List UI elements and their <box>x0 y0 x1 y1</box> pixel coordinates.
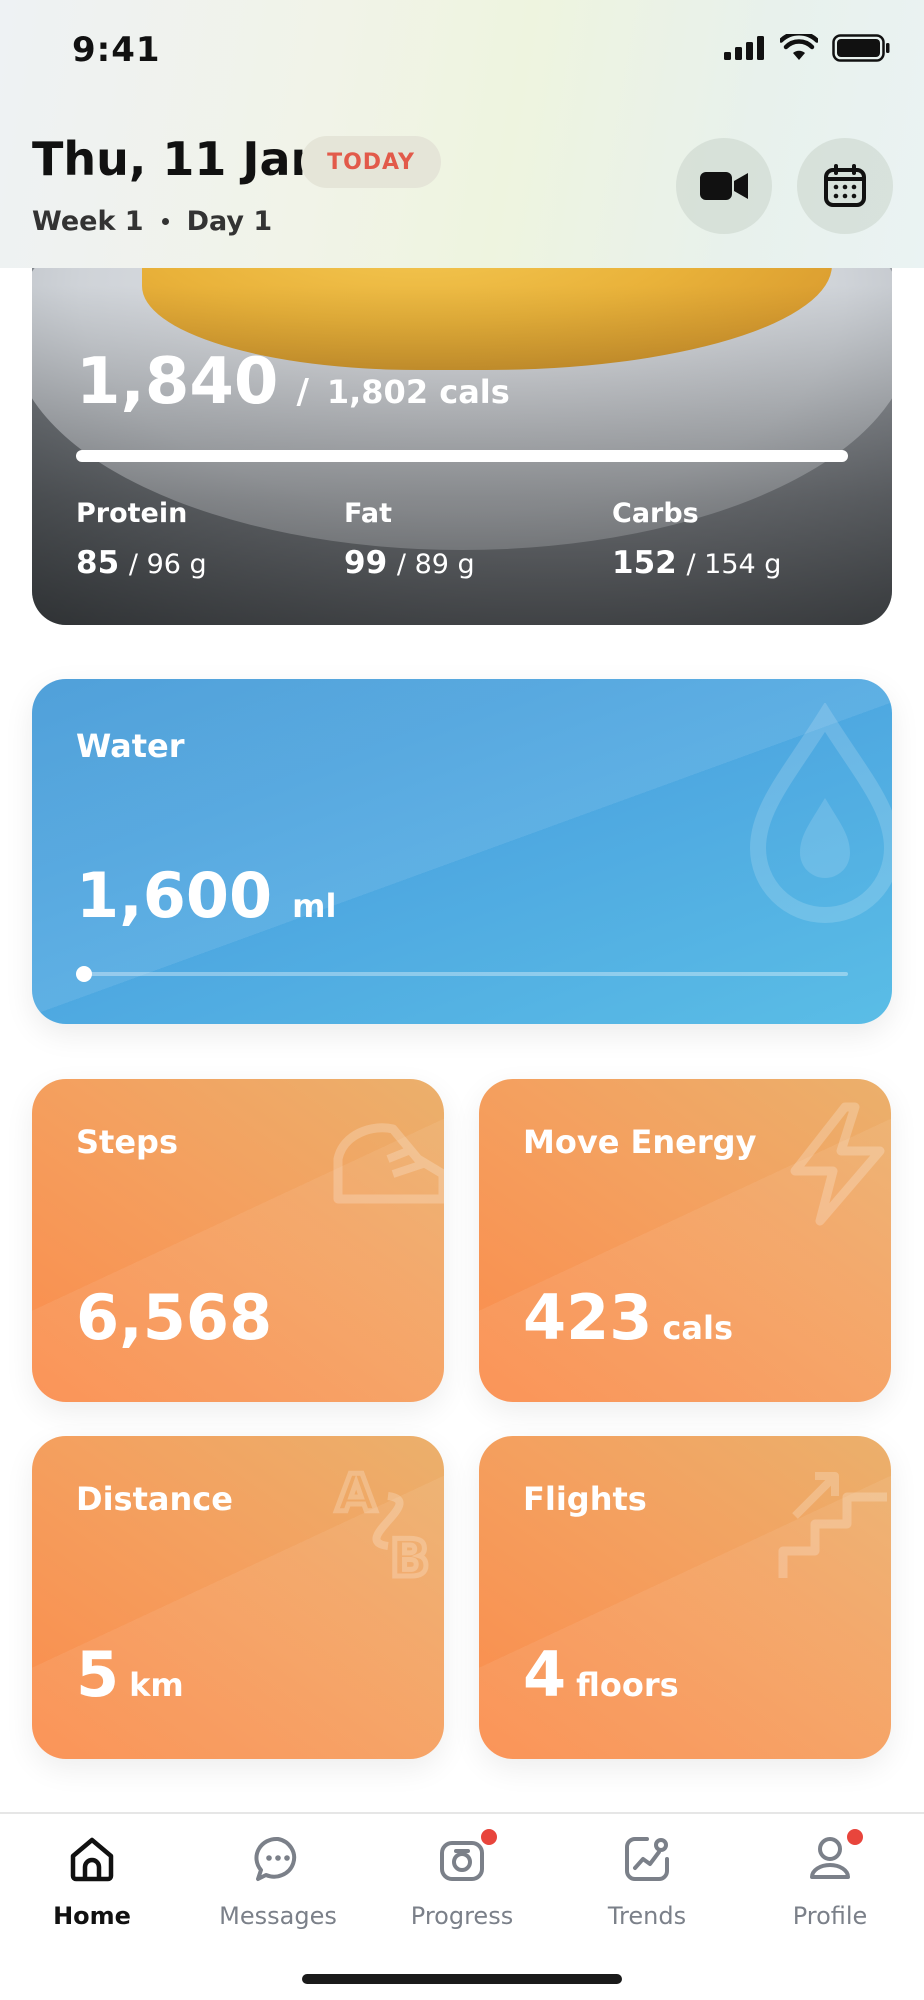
calendar-button[interactable] <box>797 138 893 234</box>
today-badge[interactable]: TODAY <box>301 136 441 188</box>
stairs-icon <box>778 1472 887 1578</box>
svg-text:B: B <box>390 1529 430 1586</box>
a-to-b-icon: A B <box>334 1462 433 1587</box>
status-icons <box>724 34 890 62</box>
tab-label: Home <box>53 1902 131 1930</box>
macro-target: / 89 g <box>396 549 475 580</box>
calorie-progress-bar <box>76 450 848 462</box>
tab-profile[interactable]: Profile <box>755 1826 905 1930</box>
status-time: 9:41 <box>72 30 161 70</box>
tab-label: Messages <box>219 1902 337 1930</box>
macro-value: 99 <box>344 545 388 581</box>
distance-tile[interactable]: A B Distance 5 km <box>32 1436 444 1759</box>
tile-value: 4 <box>523 1638 567 1711</box>
notification-dot <box>478 1826 500 1848</box>
water-progress-track <box>76 972 848 976</box>
macro-value: 85 <box>76 545 120 581</box>
tab-label: Trends <box>607 1902 687 1930</box>
wifi-icon <box>780 34 818 60</box>
macro-label: Protein <box>76 498 188 529</box>
water-drop-icon <box>750 703 892 923</box>
macro-carbs: Carbs 152 / 154 g <box>612 498 781 581</box>
macro-target: / 154 g <box>686 549 782 580</box>
tile-unit: km <box>129 1666 184 1704</box>
water-card[interactable]: Water 1,600 ml <box>32 679 892 1024</box>
tab-progress[interactable]: Progress <box>387 1826 537 1930</box>
tile-value: 6,568 <box>76 1281 273 1354</box>
tile-label: Distance <box>76 1480 233 1518</box>
tile-value: 5 <box>76 1638 120 1711</box>
page-title: Thu, 11 Jan <box>32 132 324 186</box>
tile-label: Flights <box>523 1480 647 1518</box>
battery-icon <box>832 34 890 62</box>
calories-separator: / <box>296 372 309 412</box>
tab-home[interactable]: Home <box>17 1830 167 1930</box>
video-button[interactable] <box>676 138 772 234</box>
move-energy-tile[interactable]: Move Energy 423 cals <box>479 1079 891 1402</box>
water-unit: ml <box>292 887 337 925</box>
macro-label: Carbs <box>612 498 699 529</box>
tile-unit: floors <box>576 1666 679 1704</box>
tile-label: Steps <box>76 1123 178 1161</box>
calorie-summary: 1,840 / 1,802 cals <box>76 345 510 419</box>
video-icon <box>700 172 748 200</box>
app-header: 9:41 Thu, 11 Jan TODAY Week 1 Day 1 <box>0 0 924 268</box>
calendar-icon <box>824 164 866 207</box>
separator-dot <box>161 218 169 225</box>
tab-trends[interactable]: Trends <box>572 1830 722 1930</box>
steps-tile[interactable]: Steps 6,568 <box>32 1079 444 1402</box>
cellular-signal-icon <box>724 36 764 60</box>
macro-target: / 96 g <box>128 549 207 580</box>
flights-tile[interactable]: Flights 4 floors <box>479 1436 891 1759</box>
water-progress-knob <box>76 966 92 982</box>
shoe-icon <box>333 1123 444 1204</box>
calories-consumed: 1,840 <box>76 345 279 419</box>
water-label: Water <box>76 727 185 765</box>
tile-label: Move Energy <box>523 1123 757 1161</box>
week-label: Week 1 <box>32 206 144 237</box>
tab-messages[interactable]: Messages <box>203 1830 353 1930</box>
notification-dot <box>844 1826 866 1848</box>
tab-label: Progress <box>410 1902 514 1930</box>
tab-bar: Home Messages Progress Trends Profile <box>0 1812 924 2000</box>
calories-target: 1,802 cals <box>326 373 510 411</box>
trends-icon <box>625 1837 669 1881</box>
home-indicator <box>302 1974 622 1984</box>
day-label: Day 1 <box>186 206 273 237</box>
macro-value: 152 <box>612 545 677 581</box>
lightning-icon <box>790 1102 885 1226</box>
svg-text:A: A <box>336 1464 376 1524</box>
week-day-indicator: Week 1 Day 1 <box>32 206 272 237</box>
home-icon <box>70 1837 114 1882</box>
tab-label: Profile <box>792 1902 868 1930</box>
chat-icon <box>254 1836 297 1881</box>
tile-value: 423 <box>523 1281 653 1354</box>
water-value: 1,600 <box>76 859 273 932</box>
macro-label: Fat <box>344 498 392 529</box>
macro-fat: Fat 99 / 89 g <box>344 498 475 581</box>
macro-protein: Protein 85 / 96 g <box>76 498 207 581</box>
tile-unit: cals <box>662 1309 733 1347</box>
